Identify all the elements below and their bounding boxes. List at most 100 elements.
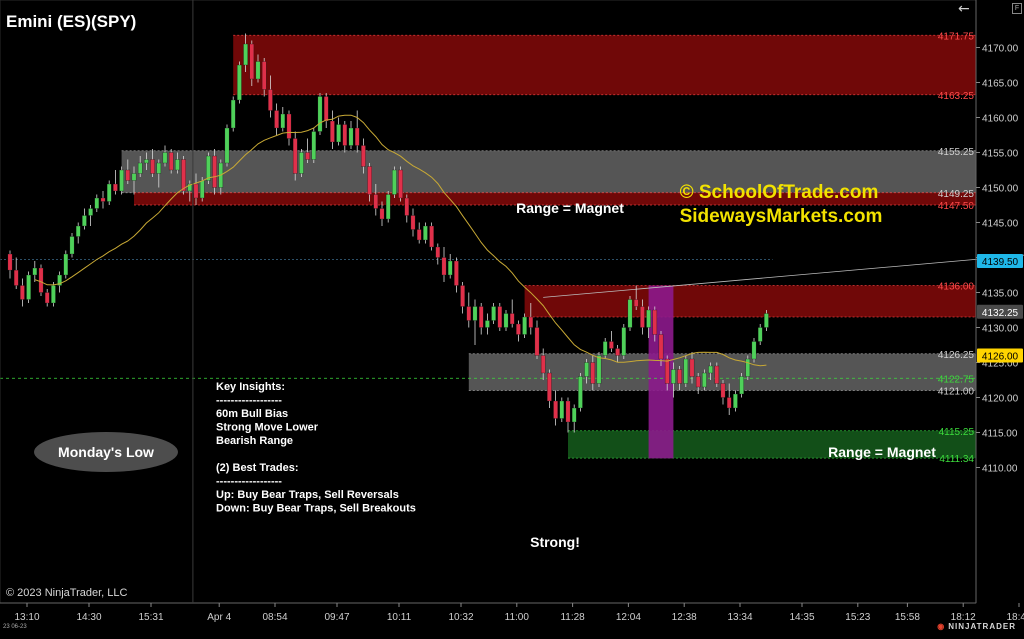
- candle-body: [609, 341, 614, 349]
- candle-body: [249, 43, 255, 80]
- candle-body: [534, 327, 540, 356]
- candle-body: [181, 159, 186, 192]
- candle-body: [330, 120, 335, 143]
- y-tick-label: 4120.00: [982, 394, 1019, 405]
- candle-body: [354, 127, 360, 146]
- candle-body: [230, 99, 236, 129]
- candle-body: [478, 306, 484, 328]
- candle-body: [392, 169, 397, 195]
- candle-body: [658, 334, 664, 360]
- y-tick-label: 4150.00: [982, 184, 1019, 195]
- candle-body: [299, 152, 304, 174]
- candle-body: [342, 124, 348, 146]
- candle-body: [131, 173, 137, 181]
- candle-body: [522, 316, 527, 335]
- level-label: 4126.25: [938, 350, 975, 361]
- candle-body: [206, 155, 211, 181]
- candle-body: [385, 194, 391, 220]
- candle-body: [590, 362, 596, 384]
- insight-line: 60m Bull Bias: [216, 408, 288, 420]
- candle-body: [516, 323, 521, 335]
- copyright-text: © 2023 NinjaTrader, LLC: [6, 587, 128, 599]
- candle-body: [137, 162, 143, 174]
- candle-body: [602, 341, 608, 356]
- candle-body: [466, 306, 472, 321]
- candle-body: [268, 89, 273, 111]
- candle-body: [75, 225, 81, 237]
- back-arrow-icon[interactable]: ←: [958, 1, 970, 17]
- insight-line: ------------------: [216, 476, 282, 488]
- candle-body: [243, 43, 248, 66]
- candle-body: [361, 145, 366, 167]
- candle-body: [565, 400, 571, 423]
- candle-body: [447, 260, 453, 276]
- candle-body: [540, 355, 546, 374]
- candle-body: [379, 208, 385, 220]
- candle-body: [751, 341, 757, 360]
- candle-body: [156, 162, 162, 174]
- zone-resistance-top: [233, 35, 976, 95]
- insight-line: Key Insights:: [216, 381, 285, 393]
- x-tick-label: 11:00: [505, 612, 530, 623]
- price-badge-label: 4139.50: [982, 257, 1019, 268]
- y-tick-label: 4160.00: [982, 114, 1019, 125]
- candle-body: [88, 208, 93, 216]
- f-badge-icon[interactable]: F: [1012, 3, 1022, 14]
- level-label: 4171.75: [938, 31, 975, 42]
- magenta-highlight: [648, 285, 674, 459]
- candle-body: [348, 127, 354, 146]
- candle-body: [7, 253, 13, 271]
- candle-body: [193, 183, 199, 199]
- mondays-low-label: Monday's Low: [58, 444, 154, 460]
- candle-body: [621, 327, 627, 356]
- candle-body: [503, 313, 509, 328]
- candle-body: [255, 61, 261, 80]
- candle-body: [553, 400, 558, 419]
- price-badge-label: 4132.25: [982, 308, 1019, 319]
- candle-body: [336, 124, 341, 143]
- price-badge-label: 4126.00: [982, 352, 1019, 363]
- x-tick-label: 13:10: [14, 612, 39, 623]
- insight-line: (2) Best Trades:: [216, 462, 299, 474]
- y-tick-label: 4170.00: [982, 44, 1019, 55]
- date-tag: 23 06-23: [3, 624, 27, 630]
- candle-body: [125, 169, 131, 181]
- strong-label: Strong!: [530, 534, 580, 550]
- candle-body: [757, 327, 763, 342]
- x-tick-label: 14:30: [76, 612, 101, 623]
- candle-body: [69, 236, 75, 255]
- candle-body: [20, 285, 25, 300]
- candle-body: [367, 166, 372, 195]
- insight-line: Strong Move Lower: [216, 422, 319, 434]
- candle-body: [683, 358, 689, 384]
- candle-body: [311, 131, 317, 160]
- candle-body: [82, 215, 87, 227]
- candle-body: [261, 61, 267, 90]
- x-tick-label: 15:31: [138, 612, 163, 623]
- candle-body: [745, 358, 751, 377]
- candle-body: [119, 169, 124, 192]
- y-tick-label: 4115.00: [982, 429, 1018, 440]
- x-tick-label: 11:28: [560, 612, 585, 623]
- candle-body: [497, 306, 503, 328]
- candle-body: [168, 152, 174, 171]
- candle-body: [13, 269, 19, 286]
- sideways-markets-text: SidewaysMarkets.com: [680, 206, 883, 227]
- price-chart[interactable]: 4170.00 4165.00 4160.00 4155.00 4150.00 4145.…: [0, 0, 1024, 634]
- y-tick-label: 4110.00: [982, 464, 1018, 475]
- candle-body: [596, 355, 602, 384]
- x-tick-label: 15:58: [895, 612, 920, 623]
- candle-body: [528, 316, 534, 328]
- candle-body: [38, 267, 44, 293]
- candle-body: [485, 320, 490, 328]
- candle-body: [646, 309, 651, 328]
- instrument-title: Emini (ES)(SPY): [6, 12, 137, 31]
- candle-body: [726, 397, 732, 409]
- candle-body: [491, 306, 496, 321]
- candle-body: [578, 376, 583, 409]
- candle-body: [286, 113, 292, 139]
- range-magnet-lower-label: Range = Magnet: [828, 444, 936, 460]
- candle-body: [627, 299, 633, 328]
- level-label: 4149.25: [938, 189, 975, 200]
- candle-body: [509, 313, 515, 325]
